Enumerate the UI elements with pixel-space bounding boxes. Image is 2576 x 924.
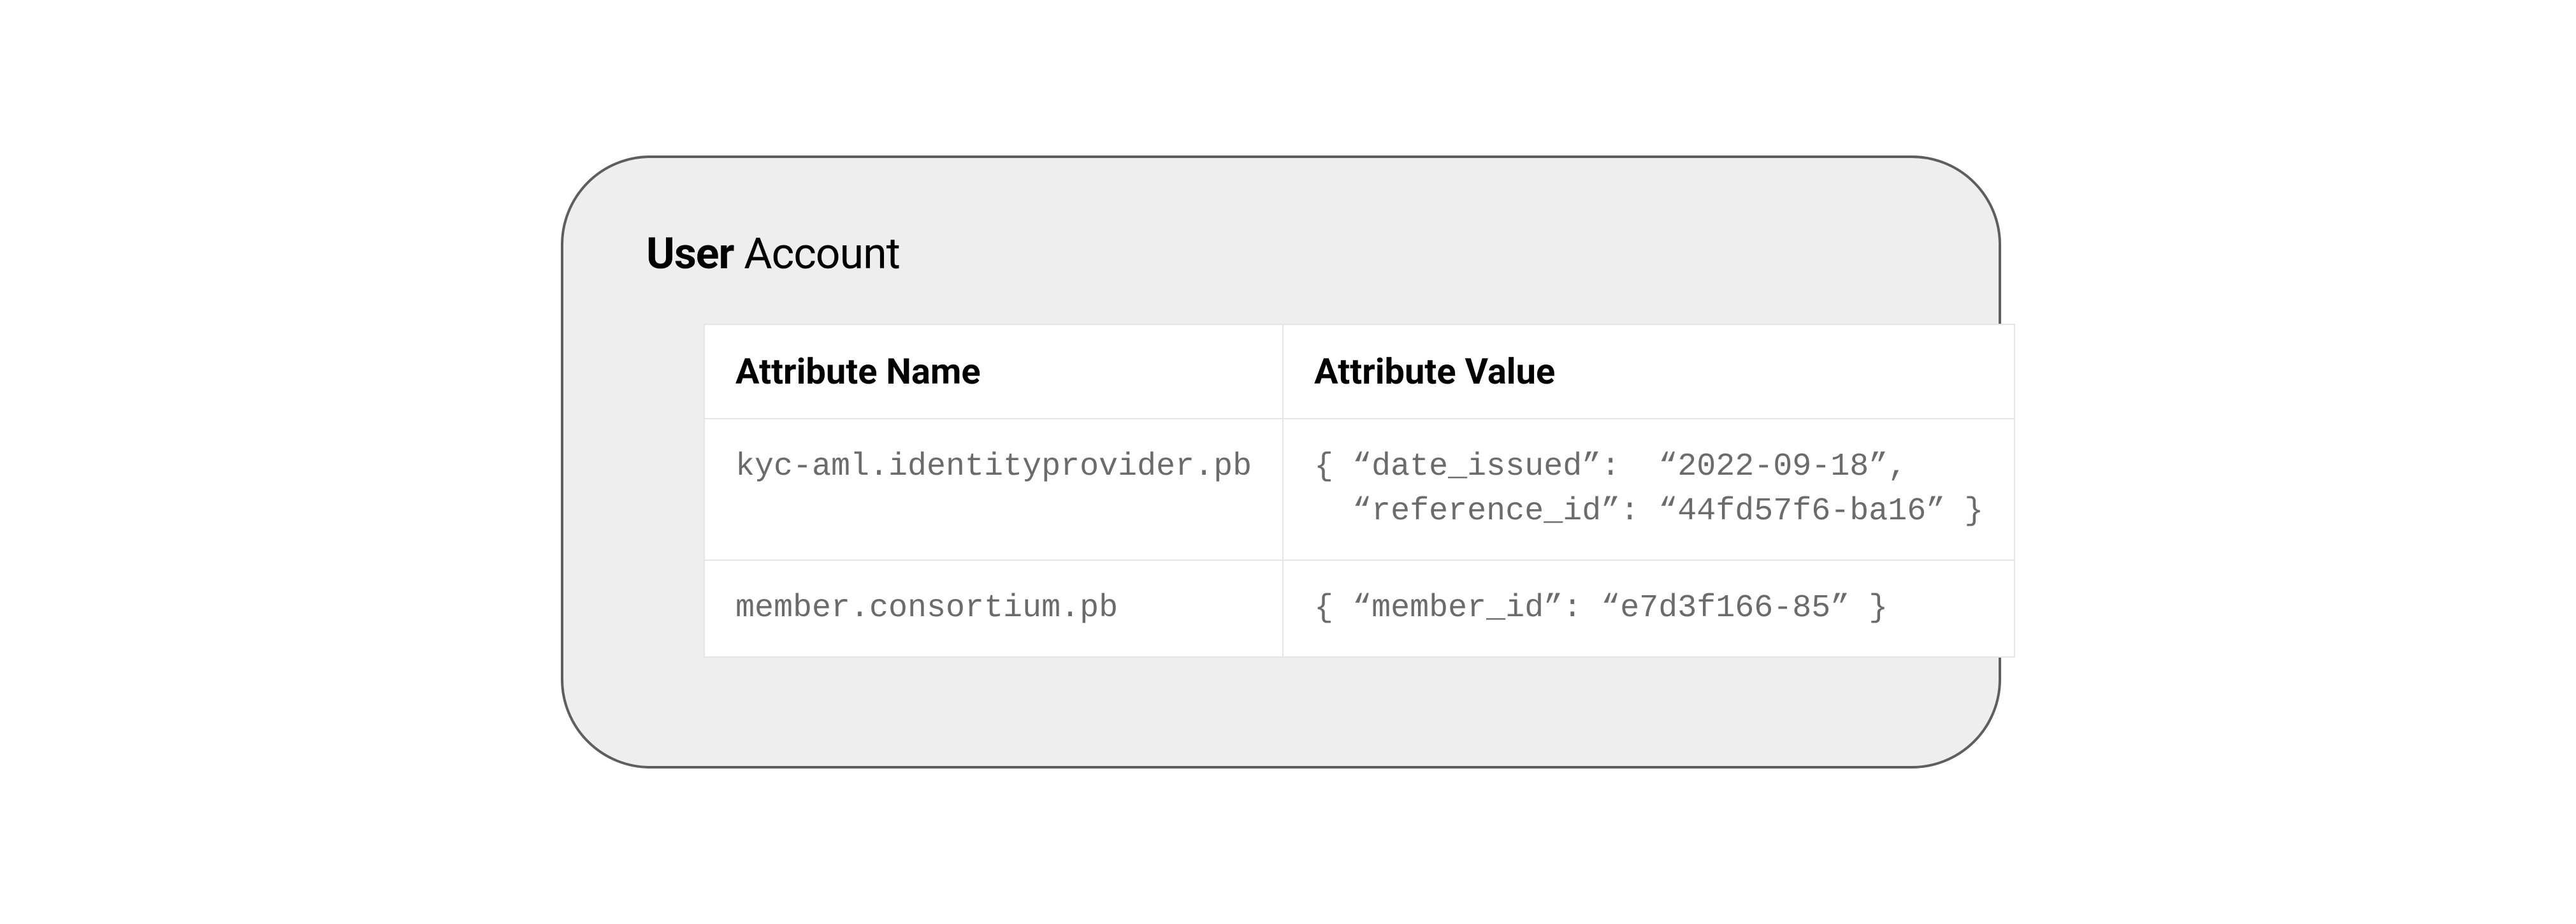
header-attribute-name: Attribute Name (704, 324, 1283, 419)
card-title-regular: Account (734, 228, 899, 279)
attributes-table: Attribute Name Attribute Value kyc-aml.i… (704, 324, 2015, 658)
cell-attribute-name: member.consortium.pb (704, 560, 1283, 657)
card-title: User Account (646, 228, 1890, 279)
card-title-bold: User (646, 228, 734, 279)
header-attribute-value: Attribute Value (1283, 324, 2015, 419)
user-account-card: User Account Attribute Name Attribute Va… (561, 155, 2001, 769)
table-row: member.consortium.pb { “member_id”: “e7d… (704, 560, 2015, 657)
cell-attribute-name: kyc-aml.identityprovider.pb (704, 419, 1283, 560)
cell-attribute-value: { “member_id”: “e7d3f166-85” } (1283, 560, 2015, 657)
table-header-row: Attribute Name Attribute Value (704, 324, 2015, 419)
table-row: kyc-aml.identityprovider.pb { “date_issu… (704, 419, 2015, 560)
cell-attribute-value: { “date_issued”: “2022-09-18”, “referenc… (1283, 419, 2015, 560)
